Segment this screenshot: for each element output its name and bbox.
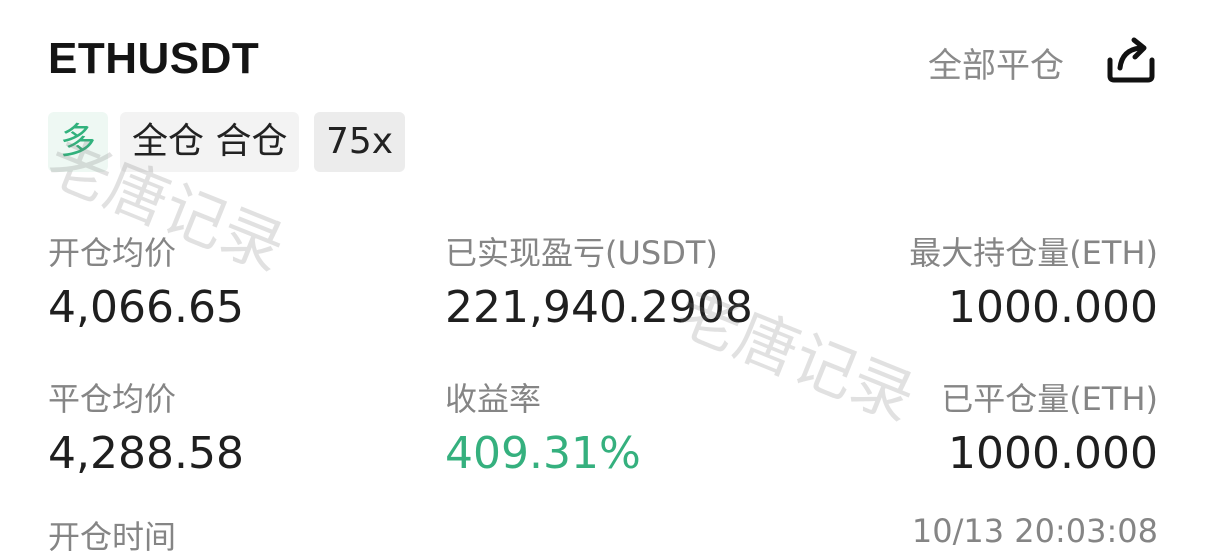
close-avg-price-value: 4,288.58 [48,428,244,479]
realized-pnl-value: 221,940.2908 [445,282,753,333]
symbol-title: ETHUSDT [48,34,260,83]
close-avg-price-label: 平仓均价 [48,380,177,418]
closed-amount-value: 1000.000 [948,428,1158,479]
leverage-badge: 75x [314,112,406,172]
close-all-button[interactable]: 全部平仓 [928,38,1064,87]
position-side-badge: 多 [48,112,109,172]
share-icon [1107,37,1155,83]
open-time-value: 10/13 20:03:08 [911,512,1158,550]
realized-pnl-label: 已实现盈亏(USDT) [445,234,718,272]
open-avg-price-label: 开仓均价 [48,234,177,272]
closed-amount-label: 已平仓量(ETH) [941,380,1158,418]
roi-label: 收益率 [445,380,542,418]
max-position-value: 1000.000 [948,282,1158,333]
open-avg-price-value: 4,066.65 [48,282,244,333]
share-button[interactable] [1104,34,1158,84]
roi-value: 409.31% [445,428,641,479]
max-position-label: 最大持仓量(ETH) [909,234,1158,272]
open-time-label: 开仓时间 [48,518,177,556]
margin-mode-badge: 全仓 合仓 [120,112,300,172]
